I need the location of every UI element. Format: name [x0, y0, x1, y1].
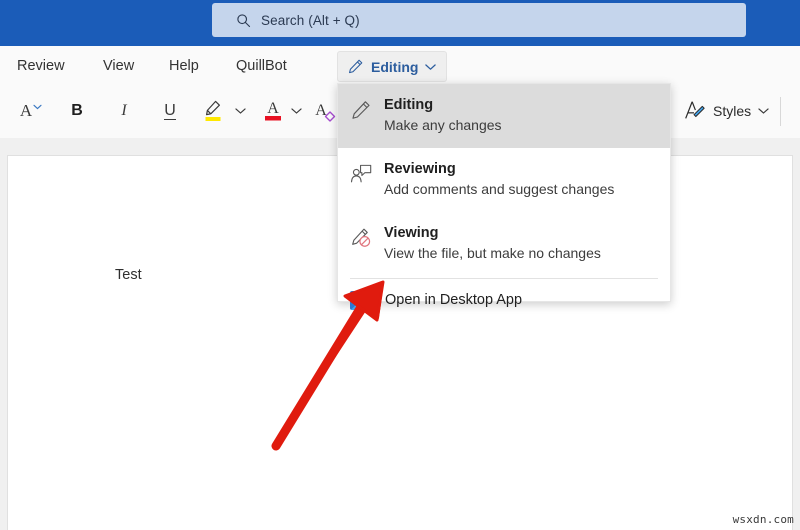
menu-item-open-in-desktop-app-label: Open in Desktop App [385, 292, 523, 308]
font-grow-caret-icon [33, 104, 42, 110]
highlight-color-caret-icon[interactable] [233, 85, 247, 137]
font-color-caret-icon[interactable] [289, 85, 303, 137]
font-size-icon[interactable]: A [16, 85, 46, 137]
highlighter-icon[interactable] [199, 85, 229, 137]
tab-quillbot[interactable]: QuillBot [236, 46, 287, 85]
pencil-icon [349, 59, 363, 74]
menu-item-reviewing[interactable]: Reviewing Add comments and suggest chang… [338, 148, 670, 212]
bold-icon[interactable]: B [63, 85, 91, 137]
styles-group[interactable]: Styles [682, 85, 769, 137]
search-input-placeholder[interactable]: Search (Alt + Q) [261, 13, 360, 28]
menu-item-editing-subtitle: Make any changes [384, 117, 502, 133]
tab-view[interactable]: View [103, 46, 134, 85]
pencil-icon [350, 95, 380, 121]
title-bar: Search (Alt + Q) [0, 0, 800, 46]
pencil-blocked-icon [350, 223, 380, 249]
word-app-icon: W [350, 290, 380, 310]
menu-item-editing[interactable]: Editing Make any changes [338, 84, 670, 148]
review-comment-icon [350, 159, 380, 185]
styles-label: Styles [713, 103, 752, 119]
italic-icon[interactable]: I [110, 85, 138, 137]
watermark: wsxdn.com [732, 513, 794, 526]
editing-mode-button[interactable]: Editing [337, 51, 448, 82]
styles-caret-icon[interactable] [758, 107, 769, 115]
menu-item-viewing-subtitle: View the file, but make no changes [384, 245, 601, 261]
styles-icon [685, 101, 705, 119]
tab-help[interactable]: Help [169, 46, 199, 85]
document-body-text[interactable]: Test [115, 267, 142, 283]
ribbon-divider [780, 97, 781, 126]
font-color-icon[interactable]: A [259, 85, 287, 137]
menu-item-reviewing-subtitle: Add comments and suggest changes [384, 181, 615, 197]
editing-mode-menu: Editing Make any changes Reviewing Add c… [337, 83, 671, 310]
menu-item-viewing-title: Viewing [384, 225, 439, 241]
tab-review[interactable]: Review [17, 46, 65, 85]
menu-item-editing-title: Editing [384, 97, 434, 113]
menu-item-reviewing-title: Reviewing [384, 161, 456, 177]
menu-item-open-in-desktop-app[interactable]: W Open in Desktop App [338, 279, 670, 321]
svg-text:A: A [267, 100, 279, 117]
word-app-icon-glyph: W [350, 290, 369, 310]
underline-icon[interactable]: U [156, 85, 184, 137]
search-box[interactable]: Search (Alt + Q) [212, 3, 746, 37]
chevron-down-icon [425, 63, 437, 70]
search-icon [237, 13, 251, 27]
editing-mode-button-label: Editing [371, 58, 419, 75]
menu-item-viewing[interactable]: Viewing View the file, but make no chang… [338, 212, 670, 276]
